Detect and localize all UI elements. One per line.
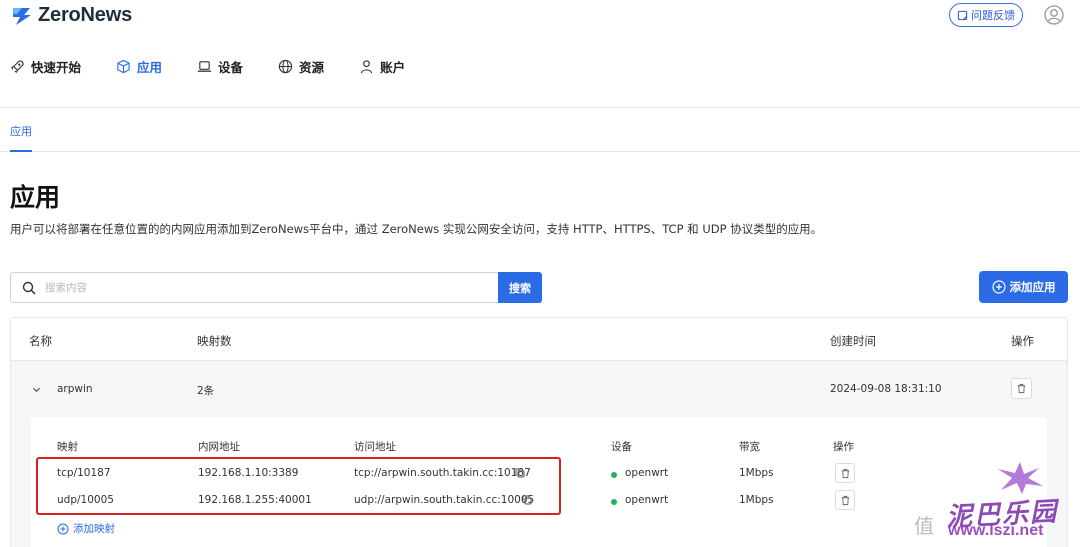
nav-resources-label: 资源: [299, 59, 325, 75]
expanded-area: 映射 内网地址 访问地址 设备 带宽 操作 tcp/10187 192.168.…: [11, 417, 1067, 547]
logo-text: ZeroNews: [38, 4, 132, 26]
col-mapping-count: 映射数: [197, 334, 232, 348]
mapping-access[interactable]: tcp://arpwin.south.takin.cc:10187: [354, 467, 531, 479]
note-icon: [957, 10, 968, 20]
nav-account-label: 账户: [380, 59, 406, 75]
rocket-icon: [11, 59, 24, 73]
feedback-button[interactable]: 问题反馈: [949, 3, 1023, 27]
copy-icon[interactable]: [515, 468, 525, 478]
page-title: 应用: [10, 183, 61, 212]
watermark-zhi: 值: [914, 514, 934, 538]
sub-col-internal: 内网地址: [198, 441, 240, 453]
user-avatar-icon[interactable]: [1044, 5, 1064, 25]
chevron-down-icon[interactable]: [31, 384, 42, 395]
search-field[interactable]: [10, 272, 498, 303]
mapping-bandwidth: 1Mbps: [739, 467, 774, 479]
add-mapping-label: 添加映射: [73, 523, 115, 535]
table-header: 名称 映射数 创建时间 操作: [11, 318, 1067, 361]
search-button[interactable]: 搜索: [498, 272, 542, 303]
watermark-splash-icon: [998, 462, 1043, 494]
sub-col-actions: 操作: [833, 441, 854, 453]
nav-account[interactable]: 账户: [359, 57, 405, 75]
zeronews-logo-icon: [13, 7, 31, 25]
trash-icon: [841, 495, 849, 505]
app-name: arpwin: [57, 383, 93, 395]
online-status-dot: [611, 472, 617, 478]
nav-quickstart[interactable]: 快速开始: [10, 57, 81, 75]
logo[interactable]: ZeroNews: [10, 4, 132, 27]
nav-apps-label: 应用: [137, 59, 163, 75]
app-created: 2024-09-08 18:31:10: [830, 383, 942, 395]
delete-mapping-button[interactable]: [835, 490, 855, 510]
delete-app-button[interactable]: [1011, 378, 1032, 399]
main-nav: 快速开始 应用 设备 资源 账户: [10, 57, 440, 75]
app-mapping-count: 2条: [197, 385, 215, 397]
copy-icon[interactable]: [522, 495, 532, 505]
trash-icon: [841, 468, 849, 478]
mapping-row: tcp/10187 192.168.1.10:3389 tcp://arpwin…: [31, 463, 1047, 487]
nav-quickstart-label: 快速开始: [31, 59, 82, 75]
mapping-device: openwrt: [625, 494, 669, 506]
plus-circle-icon: [57, 523, 69, 534]
col-created: 创建时间: [830, 334, 876, 348]
add-app-label: 添加应用: [1009, 280, 1056, 294]
col-name: 名称: [29, 334, 52, 348]
nav-devices-label: 设备: [218, 59, 244, 75]
tab-bar: 应用: [0, 108, 1080, 152]
cube-icon: [117, 59, 130, 73]
mapping-internal: 192.168.1.10:3389: [198, 467, 299, 479]
page-description: 用户可以将部署在任意位置的的内网应用添加到ZeroNews平台中，通过 Zero…: [10, 222, 823, 236]
sub-col-access: 访问地址: [354, 441, 396, 453]
sub-col-mapping: 映射: [57, 441, 78, 453]
plus-circle-icon: [991, 280, 1006, 294]
mapping-access[interactable]: udp://arpwin.south.takin.cc:10005: [354, 494, 534, 506]
mapping-protocol: tcp/10187: [57, 467, 111, 479]
apps-table: 名称 映射数 创建时间 操作 arpwin 2条 2024-09-08 18:3…: [10, 317, 1068, 547]
mappings-panel: 映射 内网地址 访问地址 设备 带宽 操作 tcp/10187 192.168.…: [31, 417, 1047, 547]
add-app-button[interactable]: 添加应用: [979, 271, 1068, 303]
user-icon: [360, 59, 373, 73]
nav-resources[interactable]: 资源: [278, 57, 324, 75]
watermark-url: www.lszi.net: [948, 522, 1044, 539]
mapping-bandwidth: 1Mbps: [739, 494, 774, 506]
search-input[interactable]: [45, 281, 465, 294]
online-status-dot: [611, 499, 617, 505]
laptop-icon: [197, 60, 212, 72]
add-mapping-link[interactable]: 添加映射: [57, 521, 115, 536]
top-header: ZeroNews 问题反馈 快速开始 应用 设备 资源 账户: [0, 0, 1080, 108]
mapping-internal: 192.168.1.255:40001: [198, 494, 312, 506]
globe-icon: [278, 59, 293, 73]
search-icon: [22, 281, 36, 295]
col-actions: 操作: [1011, 334, 1034, 348]
nav-apps[interactable]: 应用: [116, 57, 162, 75]
delete-mapping-button[interactable]: [835, 463, 855, 483]
trash-icon: [1017, 383, 1026, 394]
feedback-label: 问题反馈: [971, 9, 1015, 22]
table-row[interactable]: arpwin 2条 2024-09-08 18:31:10: [11, 361, 1067, 417]
mapping-device: openwrt: [625, 467, 669, 479]
mapping-protocol: udp/10005: [57, 494, 114, 506]
tab-apps[interactable]: 应用: [10, 123, 32, 152]
nav-devices[interactable]: 设备: [197, 57, 243, 75]
sub-col-device: 设备: [611, 441, 632, 453]
mapping-row: udp/10005 192.168.1.255:40001 udp://arpw…: [31, 490, 1047, 514]
search-bar: 搜索: [10, 272, 542, 303]
sub-col-bandwidth: 带宽: [739, 441, 760, 453]
